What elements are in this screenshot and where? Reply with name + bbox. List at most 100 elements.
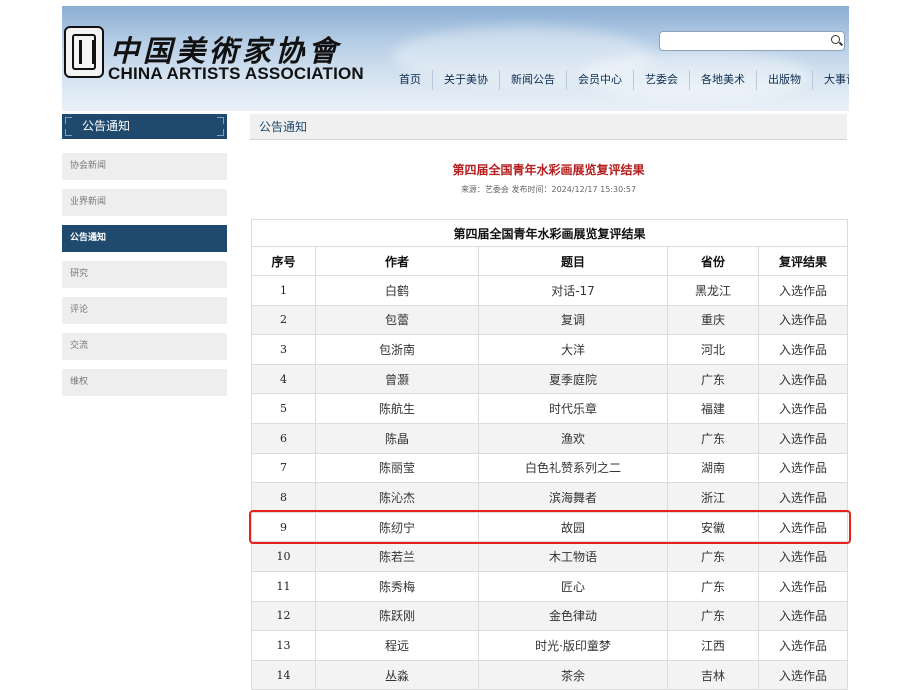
table-cell: 9 <box>251 511 316 543</box>
table-cell: 入选作品 <box>757 630 849 661</box>
sidebar-item[interactable]: 协会新闻 <box>62 153 227 180</box>
sidebar-item[interactable]: 公告通知 <box>62 225 227 252</box>
table-caption-row: 第四届全国青年水彩画展览复评结果 <box>250 219 849 247</box>
table-header-row: 序号 作者 题目 省份 复评结果 <box>251 246 849 276</box>
nav-item[interactable]: 各地美术 <box>689 70 756 90</box>
table-row[interactable]: 8 陈沁杰 滨海舞者 浙江 入选作品 <box>251 482 849 513</box>
table-cell: 包浙南 <box>315 334 479 365</box>
nav-item[interactable]: 会员中心 <box>566 70 633 90</box>
table-cell: 茶余 <box>478 659 668 690</box>
column-header: 题目 <box>478 246 668 276</box>
table-cell: 河北 <box>667 334 759 365</box>
table-row[interactable]: 3 包浙南 大洋 河北 入选作品 <box>251 334 849 365</box>
corner-ornament-icon <box>65 129 72 136</box>
table-row[interactable]: 5 陈航生 时代乐章 福建 入选作品 <box>251 393 849 424</box>
sidebar-item[interactable]: 业界新闻 <box>62 189 227 216</box>
table-cell: 曾灏 <box>315 363 479 395</box>
sidebar-item[interactable]: 评论 <box>62 297 227 324</box>
table-cell: 浙江 <box>667 482 759 513</box>
table-cell: 广东 <box>667 570 759 602</box>
column-header: 省份 <box>667 246 759 276</box>
table-row[interactable]: 9 陈纫宁 故园 安徽 入选作品 <box>251 511 849 543</box>
breadcrumb-label[interactable]: 公告通知 <box>259 120 307 134</box>
sidebar-item[interactable]: 交流 <box>62 333 227 360</box>
table-row[interactable]: 10 陈若兰 木工物语 广东 入选作品 <box>251 541 849 572</box>
table-cell: 入选作品 <box>757 275 849 306</box>
table-row[interactable]: 13 程远 时光·版印童梦 江西 入选作品 <box>251 630 849 661</box>
table-cell: 时光·版印童梦 <box>478 630 668 661</box>
table-cell: 广东 <box>667 422 759 454</box>
table-cell: 入选作品 <box>757 422 849 454</box>
table-cell: 夏季庭院 <box>478 363 668 395</box>
nav-item[interactable]: 关于美协 <box>432 70 499 90</box>
table-cell: 广东 <box>667 600 759 632</box>
table-cell: 陈若兰 <box>315 541 479 572</box>
nav-item[interactable]: 出版物 <box>756 70 812 90</box>
table-cell: 吉林 <box>667 659 759 690</box>
table-cell: 对话-17 <box>478 275 668 306</box>
table-row[interactable]: 7 陈丽莹 白色礼赞系列之二 湖南 入选作品 <box>251 452 849 484</box>
table-cell: 入选作品 <box>757 541 849 572</box>
search-icon[interactable] <box>831 35 840 44</box>
table-cell: 白色礼赞系列之二 <box>478 452 668 484</box>
table-cell: 入选作品 <box>757 600 849 632</box>
table-cell: 入选作品 <box>757 304 849 336</box>
table-cell: 入选作品 <box>757 482 849 513</box>
table-cell: 5 <box>251 393 316 424</box>
table-cell: 11 <box>251 570 316 602</box>
table-cell: 大洋 <box>478 334 668 365</box>
nav-item[interactable]: 大事记 <box>812 70 849 90</box>
table-cell: 木工物语 <box>478 541 668 572</box>
table-row[interactable]: 14 丛淼 茶余 吉林 入选作品 <box>251 659 849 690</box>
corner-ornament-icon <box>65 117 72 124</box>
table-cell: 入选作品 <box>757 363 849 395</box>
column-header: 复评结果 <box>757 246 849 276</box>
table-row[interactable]: 6 陈晶 渔欢 广东 入选作品 <box>251 422 849 454</box>
search-input[interactable] <box>659 31 845 51</box>
table-cell: 陈纫宁 <box>315 511 479 543</box>
site-header: 中国美術家协會 CHINA ARTISTS ASSOCIATION 首页 关于美协… <box>62 6 849 111</box>
table-row[interactable]: 1 白鹤 对话-17 黑龙江 入选作品 <box>251 275 849 306</box>
table-cell: 黑龙江 <box>667 275 759 306</box>
results-table: 第四届全国青年水彩画展览复评结果 序号 作者 题目 省份 复评结果 1 白鹤 对话-17 黑龙… <box>250 219 849 690</box>
table-cell: 14 <box>251 659 316 690</box>
table-cell: 陈晶 <box>315 422 479 454</box>
table-cell: 故园 <box>478 511 668 543</box>
sidebar-item[interactable]: 维权 <box>62 369 227 396</box>
corner-ornament-icon <box>217 129 224 136</box>
table-cell: 陈跃刚 <box>315 600 479 632</box>
table-row[interactable]: 11 陈秀梅 匠心 广东 入选作品 <box>251 570 849 602</box>
table-cell: 入选作品 <box>757 452 849 484</box>
logo-seal-icon[interactable] <box>64 26 104 78</box>
table-cell: 入选作品 <box>757 511 849 543</box>
article-meta: 来源：艺委会 发布时间：2024/12/17 15:30:57 <box>460 185 637 194</box>
nav-item[interactable]: 艺委会 <box>633 70 689 90</box>
nav-item[interactable]: 首页 <box>388 70 432 90</box>
table-cell: 匠心 <box>478 570 668 602</box>
table-cell: 3 <box>251 334 316 365</box>
article-title: 第四届全国青年水彩画展览复评结果 <box>452 163 645 177</box>
table-cell: 入选作品 <box>757 659 849 690</box>
column-header: 作者 <box>315 246 479 276</box>
table-cell: 13 <box>251 630 316 661</box>
table-cell: 丛淼 <box>315 659 479 690</box>
table-cell: 入选作品 <box>757 570 849 602</box>
logo-english-text[interactable]: CHINA ARTISTS ASSOCIATION <box>108 64 364 84</box>
table-body: 1 白鹤 对话-17 黑龙江 入选作品 2 包蕾 复调 重庆 入选作品 3 包浙南 大洋 河北 入选作品 4 曾… <box>251 275 849 690</box>
table-cell: 入选作品 <box>757 393 849 424</box>
table-caption: 第四届全国青年水彩画展览复评结果 <box>250 219 849 247</box>
sidebar-menu: 协会新闻业界新闻公告通知研究评论交流维权 <box>62 153 227 405</box>
sidebar-item[interactable]: 研究 <box>62 261 227 288</box>
column-header: 序号 <box>251 246 316 276</box>
nav-item[interactable]: 新闻公告 <box>499 70 566 90</box>
table-row[interactable]: 2 包蕾 复调 重庆 入选作品 <box>251 304 849 336</box>
table-cell: 时代乐章 <box>478 393 668 424</box>
table-cell: 2 <box>251 304 316 336</box>
table-cell: 1 <box>251 275 316 306</box>
sidebar-title-label: 公告通知 <box>82 119 131 133</box>
sidebar-title: 公告通知 <box>62 114 227 139</box>
table-row[interactable]: 12 陈跃刚 金色律动 广东 入选作品 <box>251 600 849 632</box>
table-cell: 白鹤 <box>315 275 479 306</box>
table-row[interactable]: 4 曾灏 夏季庭院 广东 入选作品 <box>251 363 849 395</box>
table-cell: 12 <box>251 600 316 632</box>
